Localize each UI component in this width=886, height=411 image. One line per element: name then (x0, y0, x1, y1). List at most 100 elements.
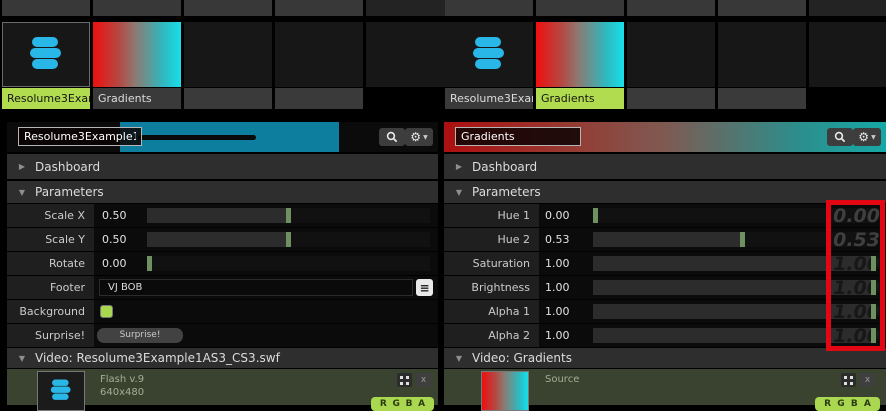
hamburger-icon: ≡ (419, 281, 429, 295)
slider-handle[interactable] (286, 232, 291, 247)
collapsed-triangle-icon: ▶ (454, 162, 464, 171)
video-preview-thumbnail (37, 371, 85, 411)
slider-handle[interactable] (286, 208, 291, 223)
video-format: Flash v.9 (100, 373, 144, 386)
channel-r-button[interactable]: R (824, 399, 831, 409)
section-label: Video: Gradients (472, 351, 572, 365)
slider-fill (593, 232, 743, 247)
search-button[interactable] (379, 128, 405, 146)
channel-toggle-pill: R G B A (371, 397, 434, 411)
text-options-button[interactable]: ≡ (416, 279, 433, 296)
expanded-triangle-icon: ▼ (17, 188, 27, 197)
footer-text-input[interactable] (99, 279, 413, 296)
param-row-hue-2: Hue 2 0.53 0.53 (444, 228, 886, 251)
video-source-row: Source x R G B A (444, 369, 886, 405)
param-label: Footer (7, 276, 94, 299)
param-value: 0.53 (545, 228, 570, 251)
param-row-background: Background (7, 300, 438, 323)
param-label: Hue 1 (444, 204, 539, 227)
channel-g-button[interactable]: G (837, 399, 844, 409)
section-label: Parameters (472, 185, 541, 199)
expanded-triangle-icon: ▼ (454, 188, 464, 197)
background-checkbox[interactable] (100, 305, 113, 318)
resolume-flash-logo-icon (46, 377, 76, 405)
param-row-hue-1: Hue 1 0.00 0.00 (444, 204, 886, 227)
slider-handle[interactable] (871, 256, 876, 271)
fullscreen-icon (844, 376, 853, 385)
channel-a-button[interactable]: A (864, 399, 871, 409)
param-value: 0.50 (102, 228, 127, 251)
expand-button[interactable] (397, 373, 412, 387)
clip-properties-panel-left: ⚙▼ ▶ Dashboard ▼ Parameters Scale X 0.50… (7, 0, 438, 405)
video-source-row: Flash v.9 640x480 x R G B A (7, 369, 438, 405)
param-label: Hue 2 (444, 228, 539, 251)
channel-a-button[interactable]: A (418, 399, 425, 409)
section-video[interactable]: ▼ Video: Gradients (444, 348, 886, 368)
section-label: Video: Resolume3Example1AS3_CS3.swf (35, 351, 280, 365)
section-parameters[interactable]: ▼ Parameters (444, 181, 886, 203)
slider-handle[interactable] (147, 256, 152, 271)
section-label: Parameters (35, 185, 104, 199)
param-label: Background (7, 300, 94, 323)
video-preview-thumbnail (481, 371, 529, 411)
param-value: 1.00 (545, 252, 570, 275)
param-row-footer: Footer ≡ (7, 276, 438, 299)
slider-handle[interactable] (871, 328, 876, 343)
clip-name-input[interactable] (455, 127, 581, 146)
chevron-down-icon: ▼ (423, 134, 428, 141)
slider-fill (147, 232, 289, 247)
rotate-slider[interactable] (147, 256, 430, 271)
expand-button[interactable] (841, 373, 856, 387)
param-row-surprise: Surprise! Surprise! (7, 324, 438, 347)
param-label: Rotate (7, 252, 94, 275)
banner-artwork-slit (138, 135, 256, 140)
clip-name-input[interactable] (18, 127, 142, 146)
slider-fill (147, 208, 289, 223)
close-button[interactable]: x (416, 373, 431, 387)
close-button[interactable]: x (860, 373, 875, 387)
slider-handle[interactable] (871, 304, 876, 319)
slider-handle[interactable] (871, 280, 876, 295)
gear-icon: ⚙ (858, 130, 869, 144)
param-label: Surprise! (7, 324, 94, 347)
section-dashboard[interactable]: ▶ Dashboard (444, 154, 886, 179)
section-video[interactable]: ▼ Video: Resolume3Example1AS3_CS3.swf (7, 348, 438, 368)
channel-r-button[interactable]: R (380, 399, 387, 409)
settings-button[interactable]: ⚙▼ (853, 128, 881, 146)
channel-g-button[interactable]: G (392, 399, 399, 409)
section-parameters[interactable]: ▼ Parameters (7, 181, 438, 203)
section-dashboard[interactable]: ▶ Dashboard (7, 154, 438, 179)
scale-y-slider[interactable] (147, 232, 430, 247)
param-row-scale-x: Scale X 0.50 (7, 204, 438, 227)
gear-icon: ⚙ (410, 130, 421, 144)
search-button[interactable] (827, 128, 853, 146)
param-label: Saturation (444, 252, 539, 275)
param-label: Scale Y (7, 228, 94, 251)
param-value: 0.00 (102, 252, 127, 275)
param-label: Alpha 1 (444, 300, 539, 323)
collapsed-triangle-icon: ▶ (17, 162, 27, 171)
channel-toggle-pill: R G B A (815, 397, 880, 411)
channel-b-button[interactable]: B (406, 399, 413, 409)
param-label: Brightness (444, 276, 539, 299)
param-row-alpha-1: Alpha 1 1.00 1.00 (444, 300, 886, 323)
settings-button[interactable]: ⚙▼ (405, 128, 433, 146)
clip-banner-artwork (120, 122, 339, 152)
param-row-brightness: Brightness 1.00 1.00 (444, 276, 886, 299)
section-label: Dashboard (35, 160, 100, 174)
video-format: Source (545, 373, 579, 386)
surprise-button[interactable]: Surprise! (97, 328, 183, 343)
channel-b-button[interactable]: B (851, 399, 858, 409)
scale-x-slider[interactable] (147, 208, 430, 223)
param-row-alpha-2: Alpha 2 1.00 1.00 (444, 324, 886, 347)
param-row-scale-y: Scale Y 0.50 (7, 228, 438, 251)
slider-handle[interactable] (593, 208, 598, 223)
expanded-triangle-icon: ▼ (454, 354, 464, 363)
param-value: 0.50 (102, 204, 127, 227)
slider-handle[interactable] (740, 232, 745, 247)
param-value: 1.00 (545, 276, 570, 299)
param-label: Scale X (7, 204, 94, 227)
video-resolution: 640x480 (100, 386, 144, 399)
expanded-triangle-icon: ▼ (17, 354, 27, 363)
param-row-rotate: Rotate 0.00 (7, 252, 438, 275)
